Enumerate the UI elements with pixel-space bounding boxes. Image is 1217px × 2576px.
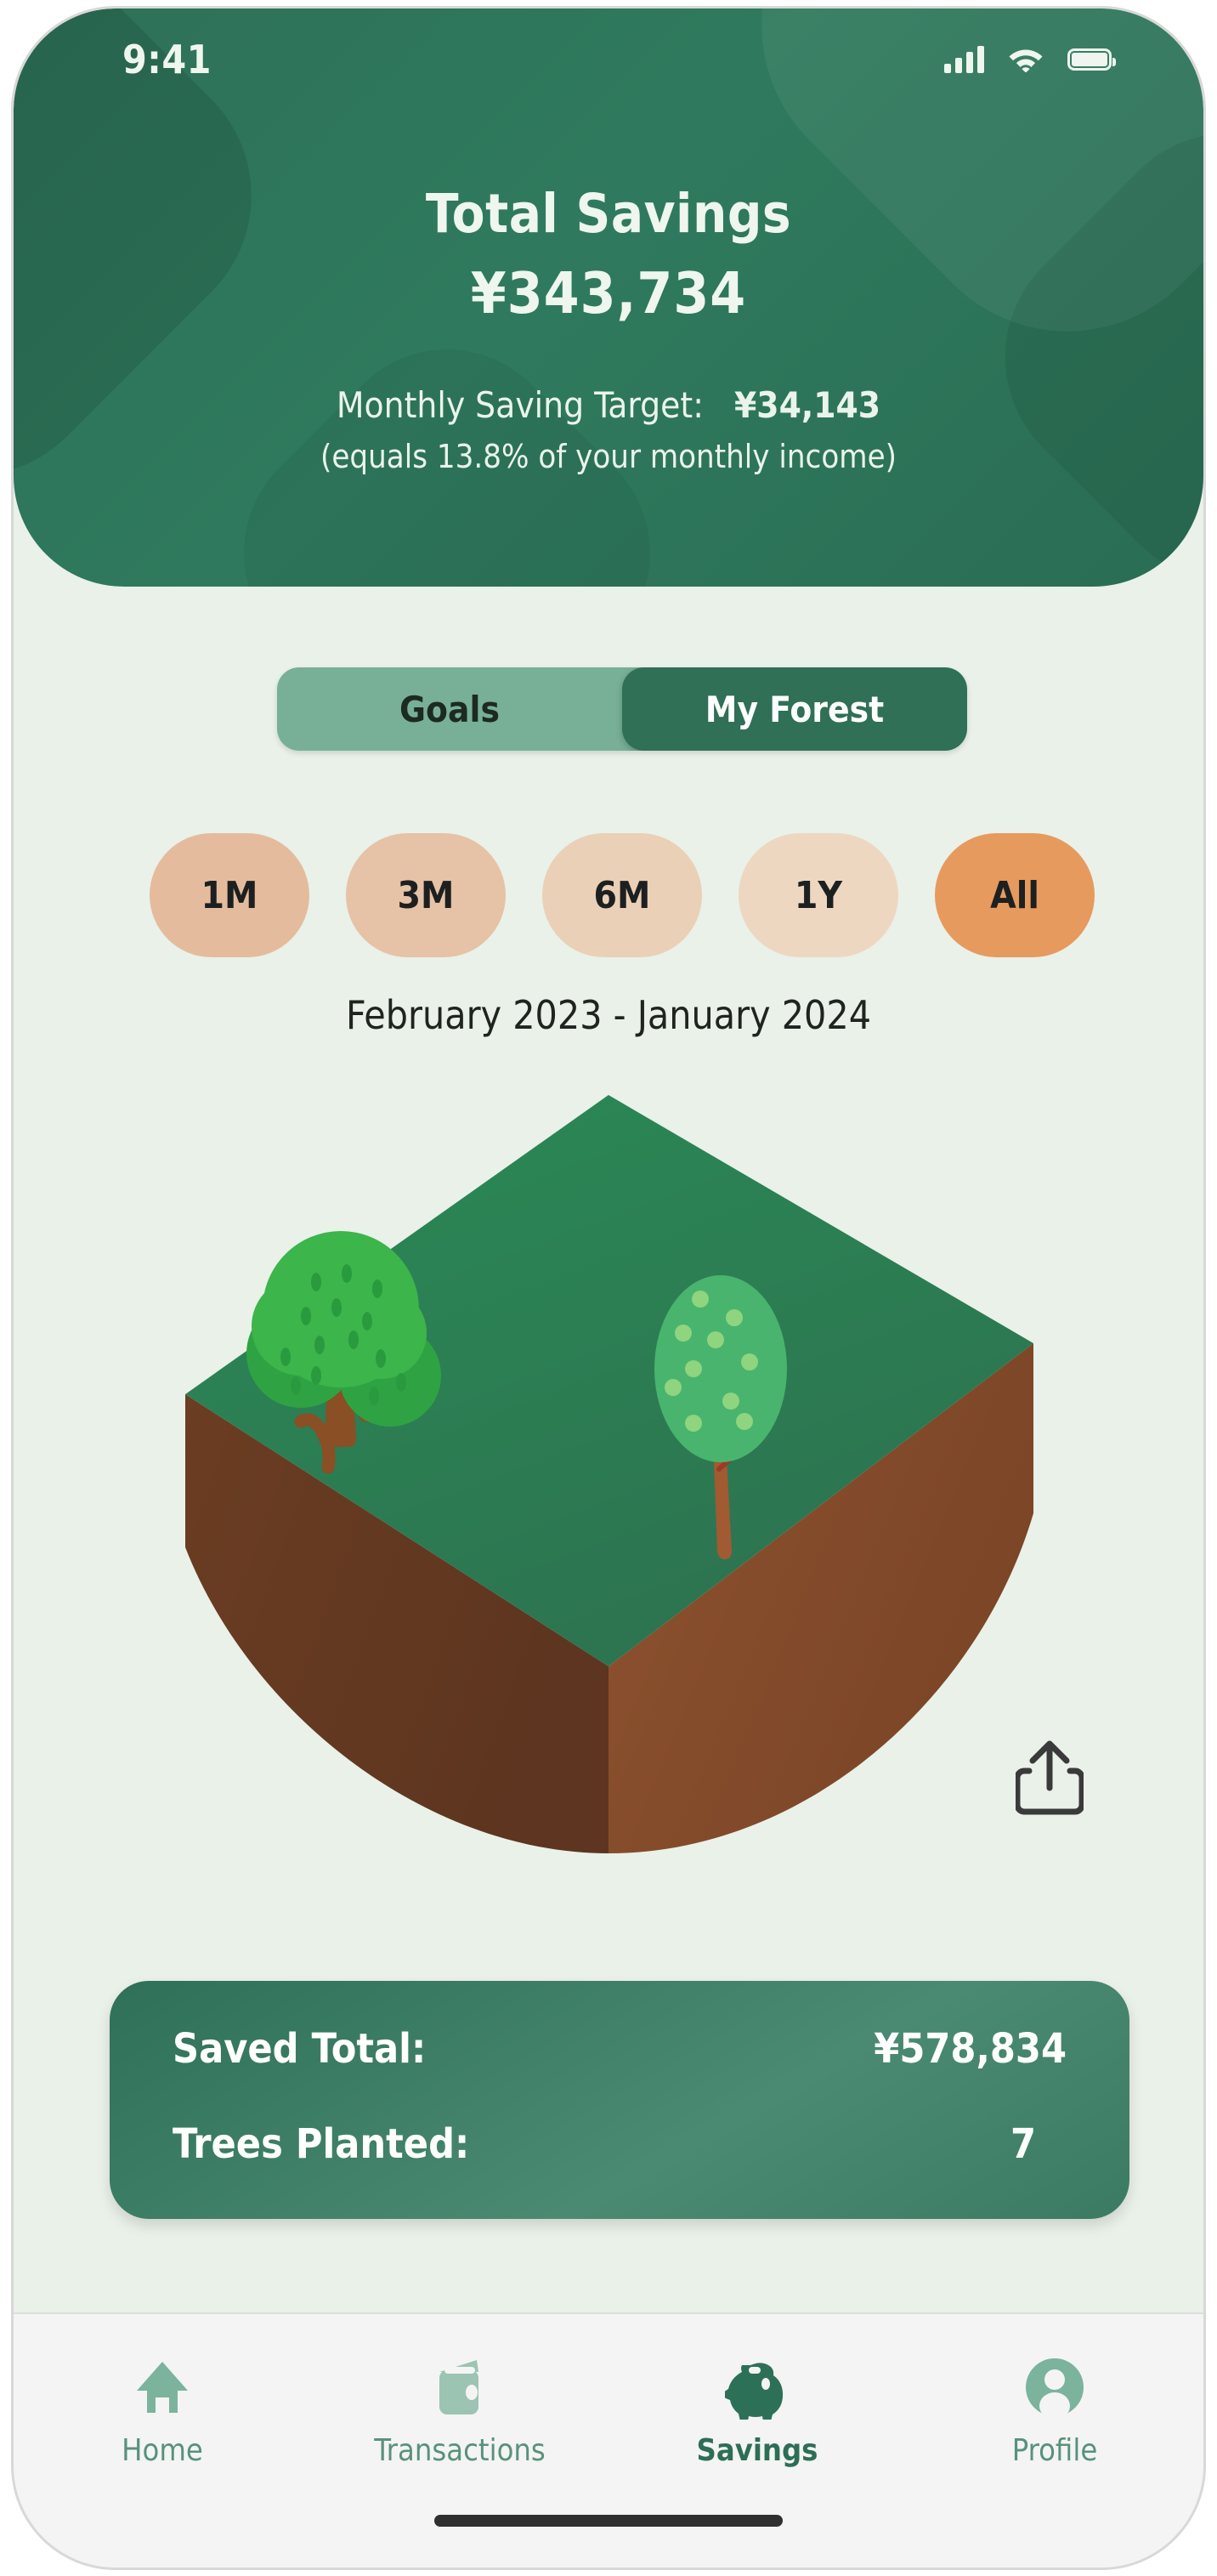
- tab-home[interactable]: Home: [14, 2355, 311, 2468]
- total-savings-amount: ¥343,734: [470, 260, 747, 326]
- range-pill-all[interactable]: All: [935, 833, 1095, 957]
- piggy-bank-icon: [725, 2363, 784, 2420]
- segment-goals[interactable]: Goals: [277, 667, 622, 751]
- page-title: Total Savings: [425, 183, 792, 245]
- monthly-target-row: Monthly Saving Target: ¥34,143: [14, 384, 1203, 426]
- status-bar-clock: 9:41: [122, 37, 212, 82]
- saved-total-value: ¥578,834: [874, 2025, 1067, 2073]
- status-bar-icons: [944, 43, 1116, 76]
- segment-my-forest[interactable]: My Forest: [622, 667, 967, 751]
- share-button[interactable]: [1010, 1739, 1089, 1817]
- person-icon: [1026, 2358, 1084, 2420]
- range-pill-3m[interactable]: 3M: [346, 833, 506, 957]
- wifi-icon: [1006, 43, 1045, 76]
- range-pill-1y[interactable]: 1Y: [739, 833, 898, 957]
- range-pill-6m[interactable]: 6M: [542, 833, 702, 957]
- tab-label-profile: Profile: [1011, 2433, 1098, 2468]
- view-segmented-control[interactable]: Goals My Forest: [277, 667, 967, 751]
- home-icon: [137, 2362, 188, 2413]
- tab-label-home: Home: [122, 2433, 203, 2468]
- status-bar: 9:41: [14, 9, 1203, 111]
- battery-full-icon: [1067, 48, 1116, 71]
- tab-label-savings: Savings: [696, 2433, 818, 2468]
- trees-planted-value: 7: [1010, 2120, 1036, 2168]
- tab-profile[interactable]: Profile: [906, 2355, 1203, 2468]
- savings-stats-card: Saved Total: ¥578,834 Trees Planted: 7: [110, 1981, 1129, 2219]
- share-icon: [1016, 1740, 1084, 1815]
- stat-row-saved-total: Saved Total: ¥578,834: [173, 2025, 1067, 2073]
- tab-label-transactions: Transactions: [374, 2433, 546, 2468]
- stat-row-trees-planted: Trees Planted: 7: [173, 2120, 1067, 2168]
- wallet-icon: [439, 2360, 478, 2414]
- cellular-signal-icon: [944, 46, 984, 73]
- tab-savings[interactable]: Savings: [608, 2355, 906, 2468]
- phone-frame: 9:41 Total Savings ¥343,734 Monthly Savi…: [14, 9, 1203, 2567]
- income-percentage-note: (equals 13.8% of your monthly income): [320, 438, 897, 475]
- range-pill-1m[interactable]: 1M: [150, 833, 309, 957]
- bottom-tab-bar: Home Transactions Savings Profile: [14, 2312, 1203, 2567]
- monthly-target-label: Monthly Saving Target:: [336, 384, 704, 426]
- monthly-target-value: ¥34,143: [733, 384, 881, 426]
- trees-planted-label: Trees Planted:: [173, 2120, 470, 2168]
- saved-total-label: Saved Total:: [173, 2025, 427, 2073]
- home-indicator[interactable]: [434, 2515, 783, 2527]
- date-range-label: February 2023 - January 2024: [345, 992, 872, 1038]
- tab-transactions[interactable]: Transactions: [311, 2355, 608, 2468]
- phone-screen: 9:41 Total Savings ¥343,734 Monthly Savi…: [14, 9, 1203, 2567]
- range-filter-group: 1M 3M 6M 1Y All: [150, 833, 1095, 957]
